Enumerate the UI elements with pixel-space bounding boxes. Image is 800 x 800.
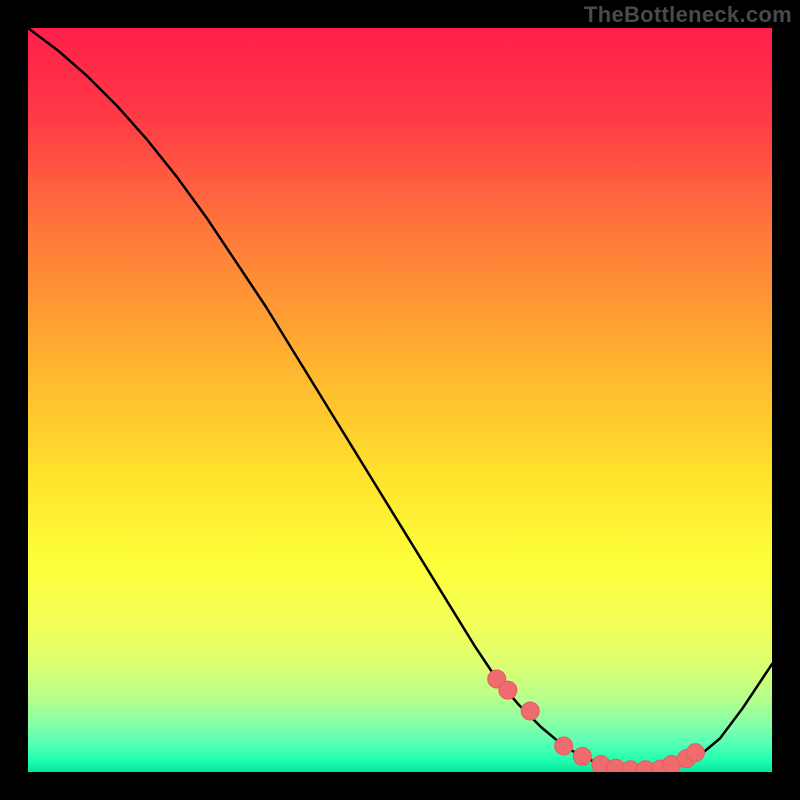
watermark-text: TheBottleneck.com [584, 2, 792, 28]
highlight-dot [573, 747, 591, 765]
highlight-dot [521, 702, 539, 720]
chart-background [28, 28, 772, 772]
highlight-dot [686, 744, 704, 762]
chart-svg [28, 28, 772, 772]
plot-area [28, 28, 772, 772]
chart-frame: TheBottleneck.com [0, 0, 800, 800]
highlight-dot [499, 681, 517, 699]
highlight-dot [555, 737, 573, 755]
